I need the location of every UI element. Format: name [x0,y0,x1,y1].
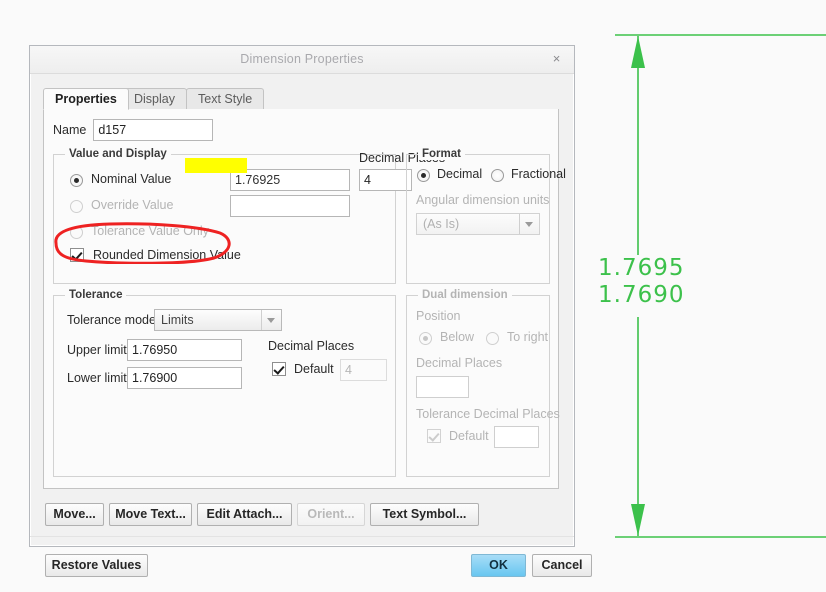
ok-button[interactable]: OK [471,554,526,577]
properties-tab-panel: Name Value and Display Nominal Value Ove… [43,109,566,489]
dual-default-label: Default [449,429,489,443]
footer-divider [30,536,574,537]
cancel-button[interactable]: Cancel [532,554,592,577]
nominal-value-input[interactable] [230,169,350,191]
close-icon[interactable]: × [548,50,565,67]
radio-to-right[interactable] [486,332,499,345]
value-and-display-title: Value and Display [65,148,171,160]
dual-tolerance-decimal-places-label: Tolerance Decimal Places [416,407,560,421]
angular-units-value: (As Is) [423,217,460,231]
tolerance-mode-dropdown[interactable]: Limits [154,309,282,331]
chevron-down-icon [261,310,281,330]
orient-button[interactable]: Orient... [297,503,365,526]
dual-default-input[interactable] [494,426,539,448]
tab-bar: Properties Display Text Style [43,88,559,111]
override-value-label: Override Value [91,198,174,212]
arrowhead-top [631,36,645,68]
decimal-places-input[interactable] [359,169,412,191]
name-input[interactable] [93,119,214,141]
chevron-down-icon [519,214,539,234]
dialog-title: Dimension Properties [240,52,364,66]
tolerance-default-label: Default [294,362,334,376]
angular-dimension-units-label: Angular dimension units [416,193,550,207]
move-text-button[interactable]: Move Text... [109,503,192,526]
format-title: Format [418,148,465,160]
below-label: Below [440,330,475,344]
radio-nominal-value[interactable] [70,174,83,187]
dual-dimension-group: Dual dimension Position Below To right D… [406,289,560,477]
dual-position-label: Position [416,309,461,323]
to-right-label: To right [507,330,548,344]
radio-decimal[interactable] [417,169,430,182]
angular-units-dropdown[interactable]: (As Is) [416,213,540,235]
value-and-display-group: Value and Display Nominal Value Override… [53,148,445,284]
tolerance-mode-label: Tolerance mode [67,313,156,327]
fractional-label: Fractional [511,167,566,181]
tab-text-style[interactable]: Text Style [186,88,265,109]
cad-lower-limit-text: 1.7690 [598,282,685,308]
checkbox-rounded-dimension-value[interactable] [70,248,84,262]
edit-attach-button[interactable]: Edit Attach... [197,503,292,526]
dimension-properties-dialog: Dimension Properties × Properties Displa… [29,45,592,577]
tolerance-group: Tolerance Tolerance mode Limits Upper li… [53,289,396,477]
name-row: Name [53,119,214,141]
tolerance-title: Tolerance [65,289,127,301]
dual-decimal-places-input[interactable] [416,376,469,398]
dual-decimal-places-label: Decimal Places [416,356,503,370]
format-group: Format Decimal Fractional Angular dimens… [406,148,566,284]
tolerance-decimal-places-label: Decimal Places [268,339,355,353]
tolerance-value-only-label: Tolerance Value Only [91,224,209,238]
nominal-value-label: Nominal Value [91,172,172,186]
decimal-label: Decimal [437,167,483,181]
override-value-input[interactable] [230,195,350,217]
tolerance-mode-value: Limits [161,313,194,327]
cad-upper-limit-text: 1.7695 [598,255,685,281]
lower-limit-label: Lower limit [67,371,127,385]
lower-limit-input[interactable] [127,367,242,389]
dialog-titlebar[interactable]: Dimension Properties × [30,46,574,74]
cad-dimension-svg [615,34,826,538]
upper-limit-input[interactable] [127,339,242,361]
restore-values-button[interactable]: Restore Values [45,554,148,577]
arrowhead-bottom [631,504,645,536]
upper-limit-label: Upper limit [67,343,127,357]
tab-properties[interactable]: Properties [43,88,129,110]
tab-display[interactable]: Display [122,88,187,109]
cad-dimension-annotation: 1.7695 1.7690 [580,0,826,589]
radio-tolerance-value-only[interactable] [70,226,83,239]
checkbox-tolerance-default[interactable] [272,362,286,376]
text-symbol-button[interactable]: Text Symbol... [370,503,479,526]
dialog-content-panel: Properties Display Text Style Name Value… [43,88,566,490]
move-button[interactable]: Move... [45,503,104,526]
rounded-dimension-value-label: Rounded Dimension Value [93,248,241,262]
name-label: Name [53,123,87,137]
dual-dimension-title: Dual dimension [418,289,512,301]
radio-override-value[interactable] [70,200,83,213]
radio-below[interactable] [419,332,432,345]
checkbox-dual-default[interactable] [427,429,441,443]
radio-fractional[interactable] [491,169,504,182]
tolerance-default-decimal-places-input[interactable] [340,359,387,381]
